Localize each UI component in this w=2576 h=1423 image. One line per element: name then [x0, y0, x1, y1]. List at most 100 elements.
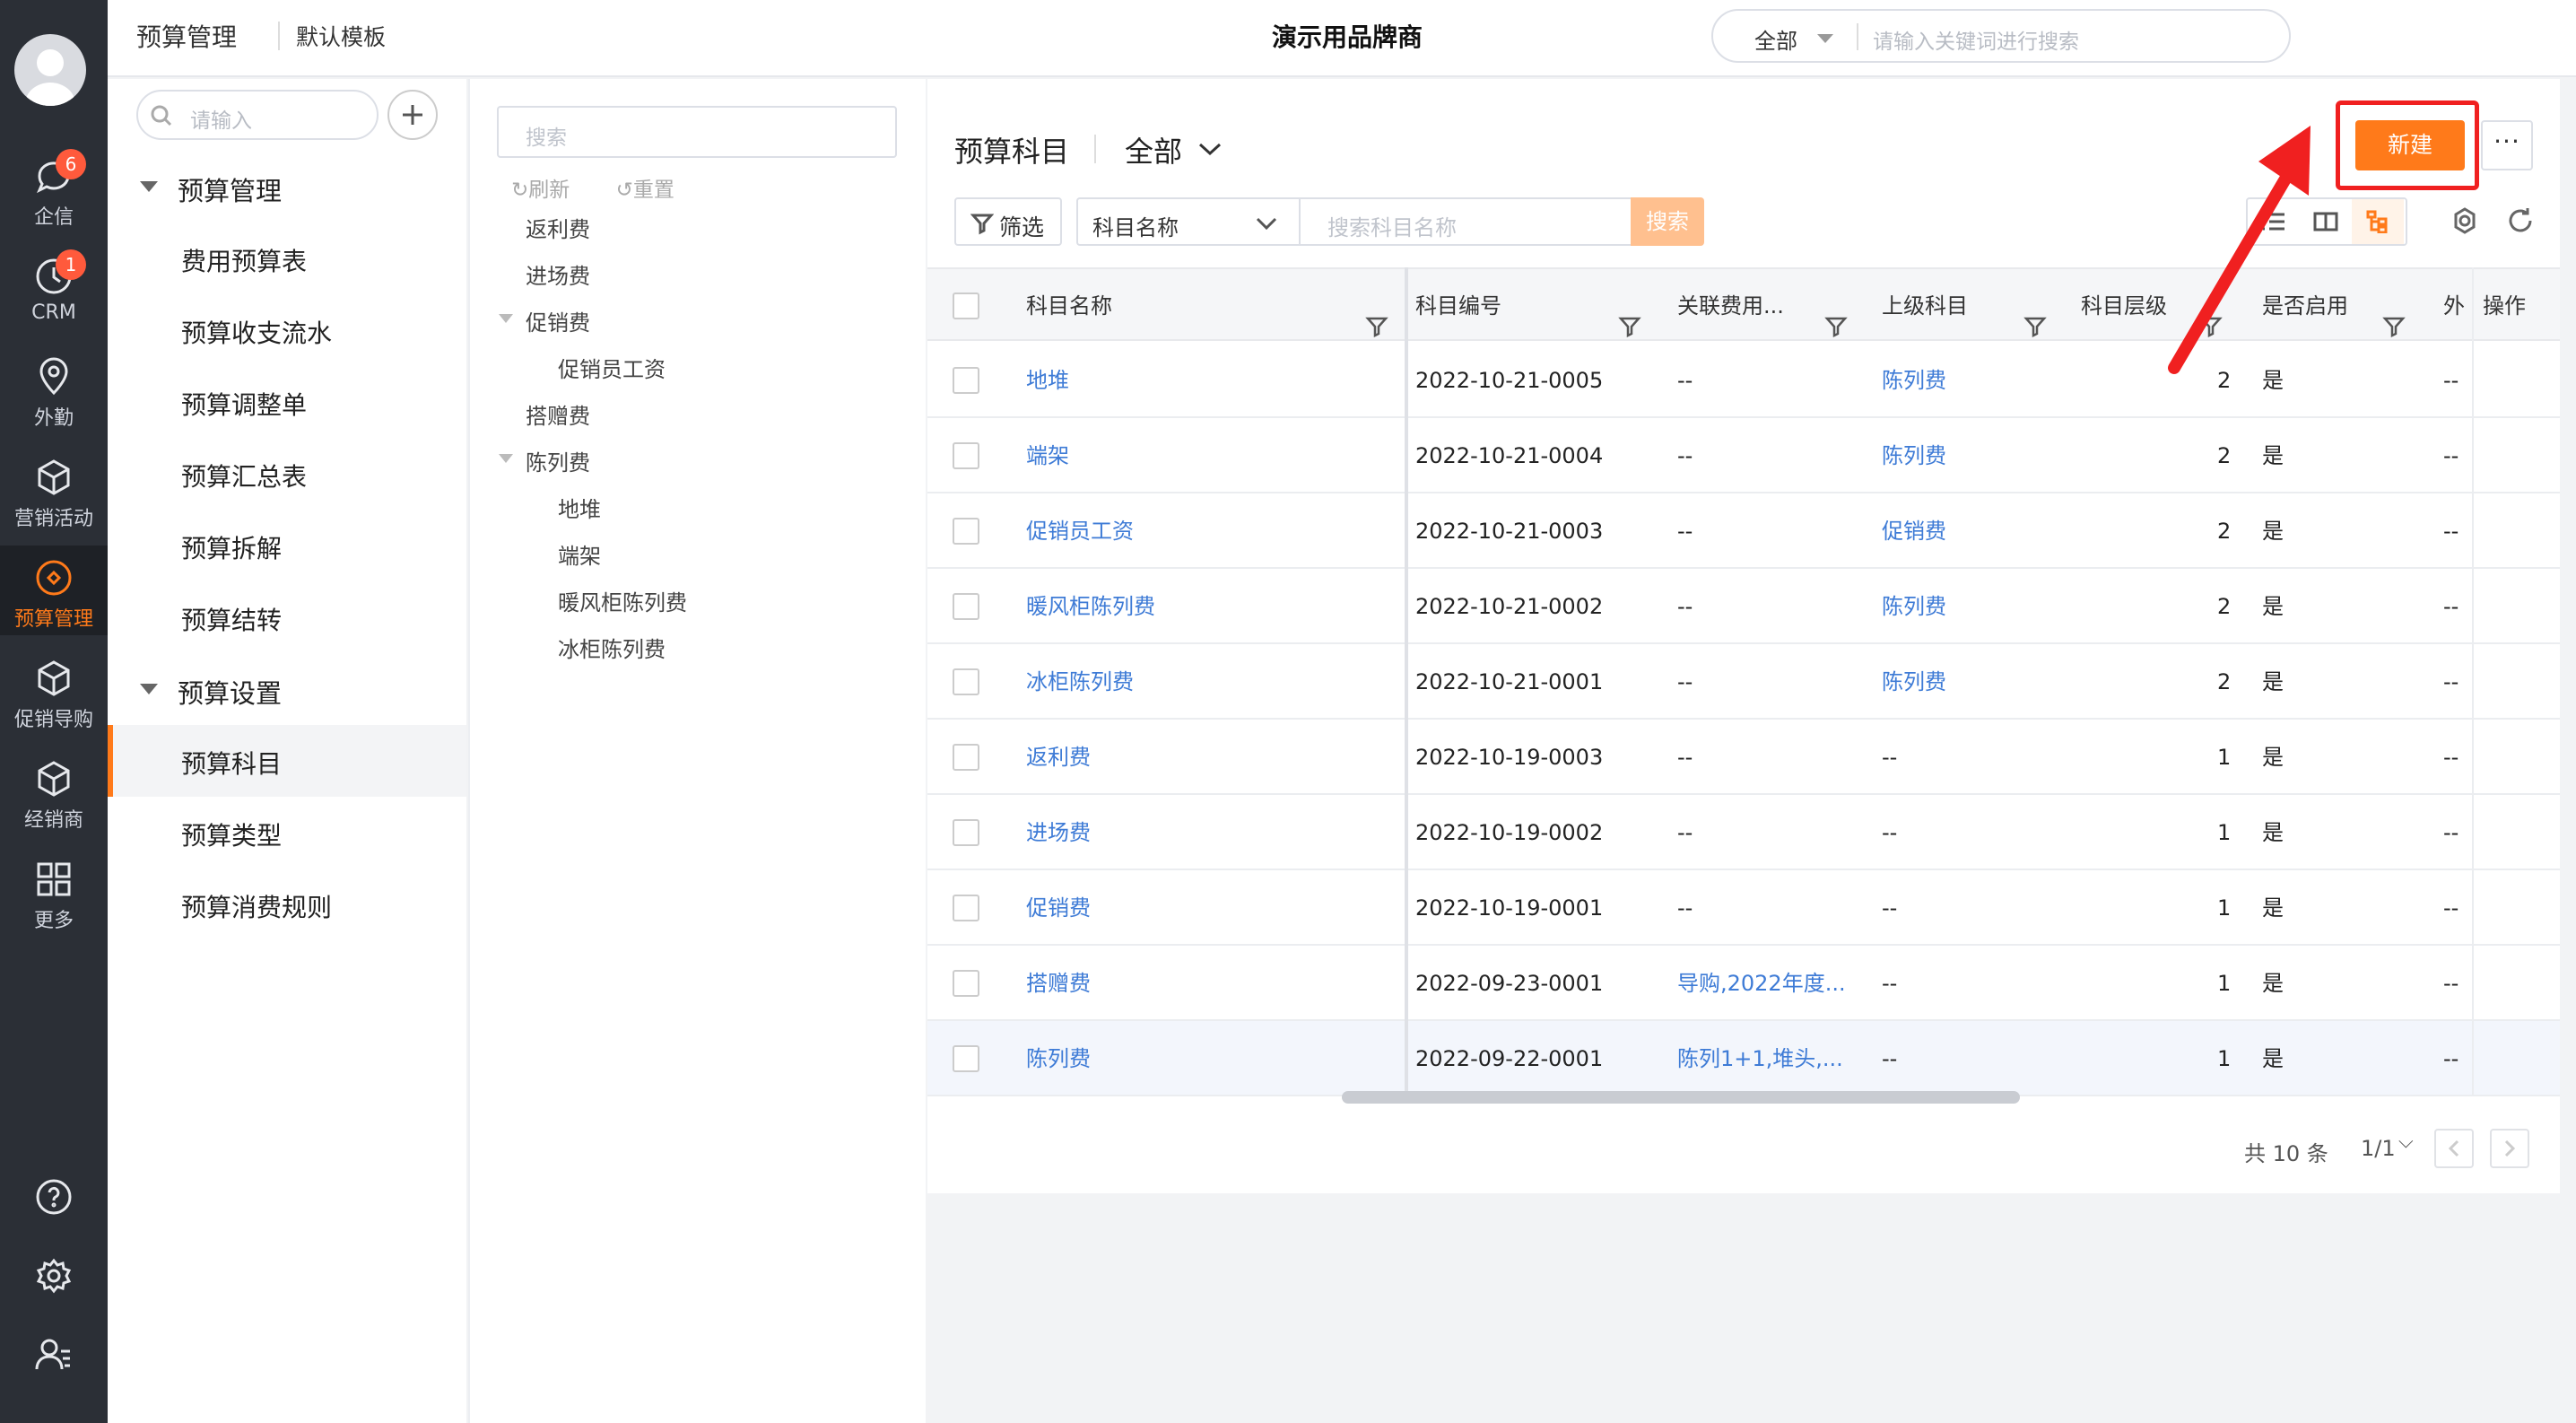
rail-item-budget[interactable]: 预算管理: [0, 546, 108, 635]
menu-item-active[interactable]: 预算科目: [108, 725, 466, 797]
caret-down-icon[interactable]: [499, 314, 513, 323]
refresh-button[interactable]: ↻刷新: [511, 179, 589, 202]
parent-subject-cell[interactable]: 陈列费: [1882, 644, 1946, 720]
menu-item[interactable]: 预算结转: [108, 581, 466, 653]
tree-node[interactable]: 搭赠费: [526, 398, 590, 430]
filter-icon[interactable]: [1365, 294, 1388, 338]
field-select[interactable]: 科目名称: [1076, 197, 1299, 246]
menu-group-budget-management[interactable]: 预算管理: [108, 151, 466, 223]
table-row[interactable]: 搭赠费 2022-09-23-0001 导购,2022年度... -- 1 是 --: [927, 946, 2560, 1021]
menu-item[interactable]: 预算消费规则: [108, 869, 466, 940]
subject-name-link[interactable]: 返利费: [1026, 720, 1091, 795]
tree-node[interactable]: 返利费: [526, 212, 590, 243]
chevron-down-icon[interactable]: [1197, 138, 1223, 156]
search-scope-select[interactable]: 全部: [1754, 23, 1797, 55]
menu-search-input[interactable]: 请输入: [136, 90, 379, 140]
prev-page-button[interactable]: [2434, 1129, 2474, 1168]
parent-subject-cell[interactable]: 促销费: [1882, 493, 1946, 569]
table-row[interactable]: 陈列费 2022-09-22-0001 陈列1+1,堆头,... -- 1 是 --: [927, 1021, 2560, 1096]
column-header[interactable]: 关联费用...: [1677, 269, 1784, 343]
rail-item-messages[interactable]: 企信 6: [0, 144, 108, 233]
row-checkbox[interactable]: [953, 744, 979, 771]
table-row[interactable]: 暖风柜陈列费 2022-10-21-0002 -- 陈列费 2 是 --: [927, 569, 2560, 644]
filter-icon[interactable]: [2382, 294, 2406, 338]
menu-item[interactable]: 费用预算表: [108, 223, 466, 294]
tree-node[interactable]: 地堆: [558, 492, 601, 523]
column-header[interactable]: 上级科目: [1882, 269, 1968, 343]
row-checkbox[interactable]: [953, 1045, 979, 1072]
row-checkbox[interactable]: [953, 819, 979, 846]
field-search-input[interactable]: 搜索科目名称: [1299, 197, 1632, 246]
rail-item-more[interactable]: 更多: [0, 847, 108, 937]
table-row[interactable]: 进场费 2022-10-19-0002 -- -- 1 是 --: [927, 795, 2560, 870]
tree-node[interactable]: 促销员工资: [558, 352, 666, 383]
search-button[interactable]: 搜索: [1631, 197, 1704, 246]
subject-name-link[interactable]: 暖风柜陈列费: [1026, 569, 1155, 644]
row-checkbox[interactable]: [953, 367, 979, 394]
table-row[interactable]: 返利费 2022-10-19-0003 -- -- 1 是 --: [927, 720, 2560, 795]
rail-item-promotion[interactable]: 促销导购: [0, 646, 108, 736]
subject-name-link[interactable]: 地堆: [1026, 343, 1069, 418]
filter-icon[interactable]: [1618, 294, 1641, 338]
subject-name-link[interactable]: 促销员工资: [1026, 493, 1134, 569]
tree-node[interactable]: 陈列费: [499, 445, 590, 476]
tree-node[interactable]: 促销费: [499, 305, 590, 336]
tree-node[interactable]: 端架: [558, 538, 601, 570]
parent-subject-cell[interactable]: 陈列费: [1882, 418, 1946, 493]
column-header[interactable]: 科目名称: [1026, 269, 1112, 343]
subject-name-link[interactable]: 陈列费: [1026, 1021, 1091, 1096]
filter-icon[interactable]: [2023, 294, 2047, 338]
column-header[interactable]: 科目编号: [1415, 269, 1501, 343]
parent-subject-cell[interactable]: 陈列费: [1882, 569, 1946, 644]
menu-group-budget-settings[interactable]: 预算设置: [108, 653, 466, 725]
menu-item[interactable]: 预算汇总表: [108, 438, 466, 510]
menu-item[interactable]: 预算类型: [108, 797, 466, 869]
related-fee-cell[interactable]: 陈列1+1,堆头,...: [1677, 1021, 1848, 1096]
tree-node[interactable]: 暖风柜陈列费: [558, 585, 687, 616]
chevron-down-icon[interactable]: ⌵: [2398, 1131, 2414, 1153]
subject-name-link[interactable]: 搭赠费: [1026, 946, 1091, 1021]
new-button[interactable]: 新建: [2355, 120, 2465, 170]
help-icon[interactable]: [32, 1175, 75, 1218]
avatar[interactable]: [14, 34, 86, 106]
caret-down-icon[interactable]: [499, 454, 513, 463]
template-selector[interactable]: 默认模板: [296, 20, 386, 52]
settings-button[interactable]: [2449, 205, 2481, 237]
row-checkbox[interactable]: [953, 668, 979, 695]
select-all-checkbox[interactable]: [953, 292, 979, 319]
table-row[interactable]: 促销费 2022-10-19-0001 -- -- 1 是 --: [927, 870, 2560, 946]
rail-item-marketing[interactable]: 营销活动: [0, 445, 108, 535]
subject-name-link[interactable]: 促销费: [1026, 870, 1091, 946]
menu-item[interactable]: 预算调整单: [108, 366, 466, 438]
rail-item-field[interactable]: 外勤: [0, 345, 108, 434]
table-row[interactable]: 冰柜陈列费 2022-10-21-0001 -- 陈列费 2 是 --: [927, 644, 2560, 720]
filter-button[interactable]: 筛选: [954, 197, 1062, 246]
add-button[interactable]: [387, 90, 438, 140]
column-header[interactable]: 外部: [2443, 269, 2470, 343]
subject-name-link[interactable]: 冰柜陈列费: [1026, 644, 1134, 720]
subject-name-link[interactable]: 进场费: [1026, 795, 1091, 870]
reset-button[interactable]: ↺重置: [616, 179, 694, 202]
horizontal-scrollbar[interactable]: [1342, 1091, 2020, 1104]
subject-name-link[interactable]: 端架: [1026, 418, 1069, 493]
search-input[interactable]: 请输入关键词进行搜索: [1873, 24, 2079, 55]
related-fee-cell[interactable]: 导购,2022年度...: [1677, 946, 1848, 1021]
global-search[interactable]: 全部 请输入关键词进行搜索: [1711, 9, 2291, 63]
rail-item-crm[interactable]: CRM 1: [0, 244, 108, 334]
refresh-list-button[interactable]: [2504, 205, 2537, 237]
module-title[interactable]: 预算管理: [136, 18, 237, 54]
row-checkbox[interactable]: [953, 895, 979, 921]
tree-node[interactable]: 进场费: [526, 258, 590, 290]
parent-subject-cell[interactable]: 陈列费: [1882, 343, 1946, 418]
page-select[interactable]: 1/1: [2361, 1136, 2396, 1161]
menu-item[interactable]: 预算拆解: [108, 510, 466, 581]
tree-search-input[interactable]: 搜索: [497, 106, 897, 158]
row-checkbox[interactable]: [953, 518, 979, 545]
more-button[interactable]: ···: [2481, 120, 2533, 170]
table-row[interactable]: 促销员工资 2022-10-21-0003 -- 促销费 2 是 --: [927, 493, 2560, 569]
filter-icon[interactable]: [1824, 294, 1848, 338]
user-admin-icon[interactable]: [32, 1333, 75, 1376]
row-checkbox[interactable]: [953, 970, 979, 997]
next-page-button[interactable]: [2490, 1129, 2529, 1168]
rail-item-dealer[interactable]: 经销商: [0, 746, 108, 836]
